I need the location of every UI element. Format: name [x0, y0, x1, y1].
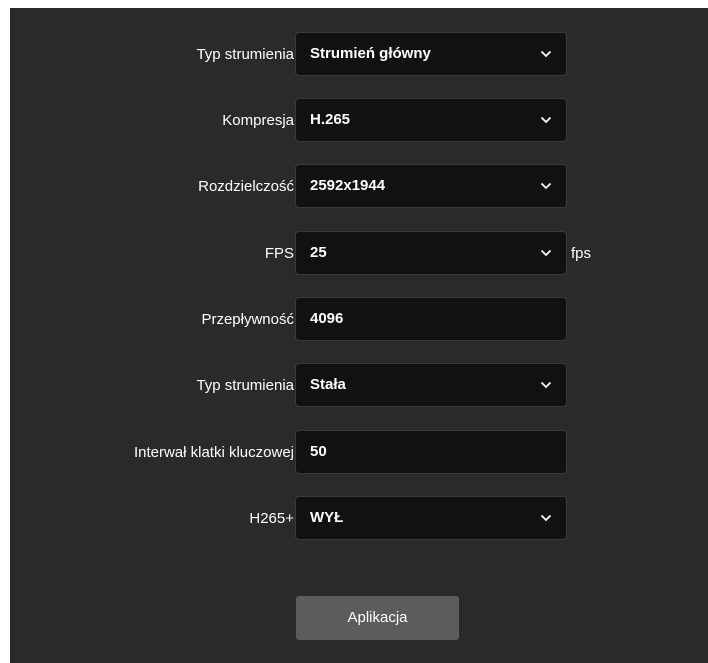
keyframe-interval-input[interactable]: 50	[295, 430, 567, 474]
bitrate-label: Przepływność	[201, 311, 294, 328]
video-settings-panel: Typ strumienia Strumień główny Kompresja…	[10, 8, 708, 663]
chevron-down-icon	[540, 99, 552, 141]
resolution-label: Rozdzielczość	[198, 178, 294, 195]
row-resolution: Rozdzielczość 2592x1944	[10, 164, 708, 210]
keyframe-interval-label: Interwał klatki kluczowej	[133, 444, 294, 461]
chevron-down-icon	[540, 364, 552, 406]
row-compression: Kompresja H.265	[10, 98, 708, 144]
compression-select[interactable]: H.265	[295, 98, 567, 142]
fps-unit: fps	[571, 245, 592, 262]
bitrate-value: 4096	[310, 310, 344, 327]
row-bitrate-type: Typ strumienia Stała	[10, 363, 708, 409]
chevron-down-icon	[540, 165, 552, 207]
h265plus-value: WYŁ	[310, 509, 344, 526]
row-stream-type: Typ strumienia Strumień główny	[10, 32, 708, 78]
keyframe-interval-value: 50	[310, 443, 327, 460]
stream-type-label: Typ strumienia	[196, 46, 294, 63]
h265plus-select[interactable]: WYŁ	[295, 496, 567, 540]
row-keyframe-interval: Interwał klatki kluczowej 50	[10, 430, 708, 476]
row-h265plus: H265+ WYŁ	[10, 496, 708, 542]
compression-value: H.265	[310, 111, 351, 128]
row-fps: FPS 25 fps	[10, 231, 708, 277]
fps-value: 25	[310, 244, 327, 261]
row-bitrate: Przepływność 4096	[10, 297, 708, 343]
apply-button[interactable]: Aplikacja	[296, 596, 459, 640]
stream-type-value: Strumień główny	[310, 45, 431, 62]
resolution-select[interactable]: 2592x1944	[295, 164, 567, 208]
resolution-value: 2592x1944	[310, 177, 386, 194]
h265plus-label: H265+	[249, 510, 294, 527]
bitrate-type-select[interactable]: Stała	[295, 363, 567, 407]
bitrate-type-label: Typ strumienia	[196, 377, 294, 394]
fps-label: FPS	[264, 245, 294, 262]
compression-label: Kompresja	[222, 112, 294, 129]
chevron-down-icon	[540, 497, 552, 539]
chevron-down-icon	[540, 232, 552, 274]
stream-type-select[interactable]: Strumień główny	[295, 32, 567, 76]
bitrate-type-value: Stała	[310, 376, 346, 393]
fps-select[interactable]: 25	[295, 231, 567, 275]
chevron-down-icon	[540, 33, 552, 75]
bitrate-input[interactable]: 4096	[295, 297, 567, 341]
